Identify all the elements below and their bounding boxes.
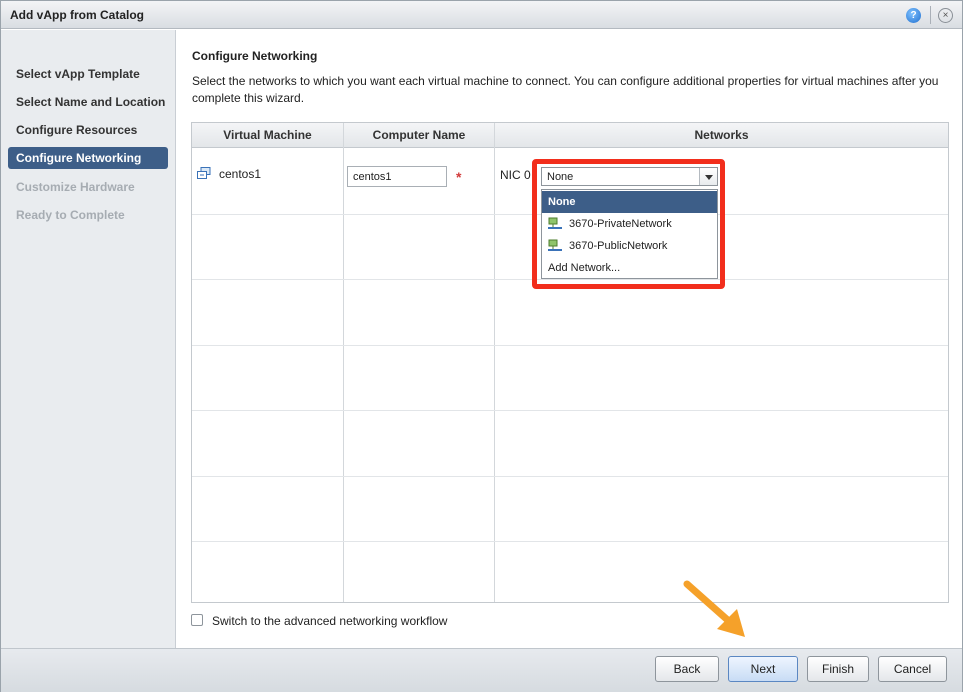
page-title: Configure Networking [192,49,318,63]
chevron-down-icon[interactable] [699,168,717,185]
step-customize-hardware: Customize Hardware [16,180,135,194]
col-header-computer-name[interactable]: Computer Name [344,128,494,142]
virtual-machine-icon [197,167,211,179]
network-option-label: 3670-PublicNetwork [569,240,668,252]
computer-name-input[interactable] [347,166,447,187]
step-select-name-location[interactable]: Select Name and Location [8,91,168,113]
orange-arrow-annotation-icon [683,580,745,637]
title-bar: Add vApp from Catalog ? × [1,1,962,29]
column-divider [343,123,344,602]
advanced-workflow-label[interactable]: Switch to the advanced networking workfl… [212,614,447,628]
step-configure-resources[interactable]: Configure Resources [8,119,168,141]
row-divider [192,410,948,411]
wizard-steps: Select vApp Template Select Name and Loc… [1,30,176,648]
required-indicator: * [456,169,462,185]
network-option-none[interactable]: None [542,191,717,213]
step-configure-networking[interactable]: Configure Networking [8,147,168,169]
network-select[interactable]: None [541,167,718,186]
step-ready-to-complete: Ready to Complete [16,208,125,222]
col-header-networks[interactable]: Networks [495,128,948,142]
close-icon[interactable]: × [938,8,953,23]
network-option-public[interactable]: 3670-PublicNetwork [542,235,717,257]
row-divider [192,476,948,477]
table-header: Virtual Machine Computer Name Networks [192,123,948,148]
network-option-label: 3670-PrivateNetwork [569,218,672,230]
back-button[interactable]: Back [655,656,719,682]
next-button[interactable]: Next [728,656,798,682]
row-divider [192,345,948,346]
advanced-workflow-checkbox[interactable] [191,614,203,626]
network-icon [548,239,562,251]
step-select-vapp-template[interactable]: Select vApp Template [8,63,168,85]
title-separator [930,6,931,24]
network-icon [548,217,562,229]
finish-button[interactable]: Finish [807,656,869,682]
help-icon[interactable]: ? [906,8,921,23]
network-option-add-network[interactable]: Add Network... [542,257,717,279]
cancel-button[interactable]: Cancel [878,656,947,682]
nic-label: NIC 0 [500,168,531,182]
network-select-value: None [547,171,574,183]
col-header-vm[interactable]: Virtual Machine [192,128,343,142]
vm-name: centos1 [219,167,262,181]
add-vapp-dialog: Add vApp from Catalog ? × Select vApp Te… [0,0,963,692]
network-option-private[interactable]: 3670-PrivateNetwork [542,213,717,235]
row-divider [192,541,948,542]
page-description: Select the networks to which you want ea… [192,74,939,105]
dialog-title: Add vApp from Catalog [10,8,144,22]
column-divider [494,123,495,602]
network-dropdown-list: None 3670-PrivateNetwork 3670-PublicNetw… [541,189,718,279]
